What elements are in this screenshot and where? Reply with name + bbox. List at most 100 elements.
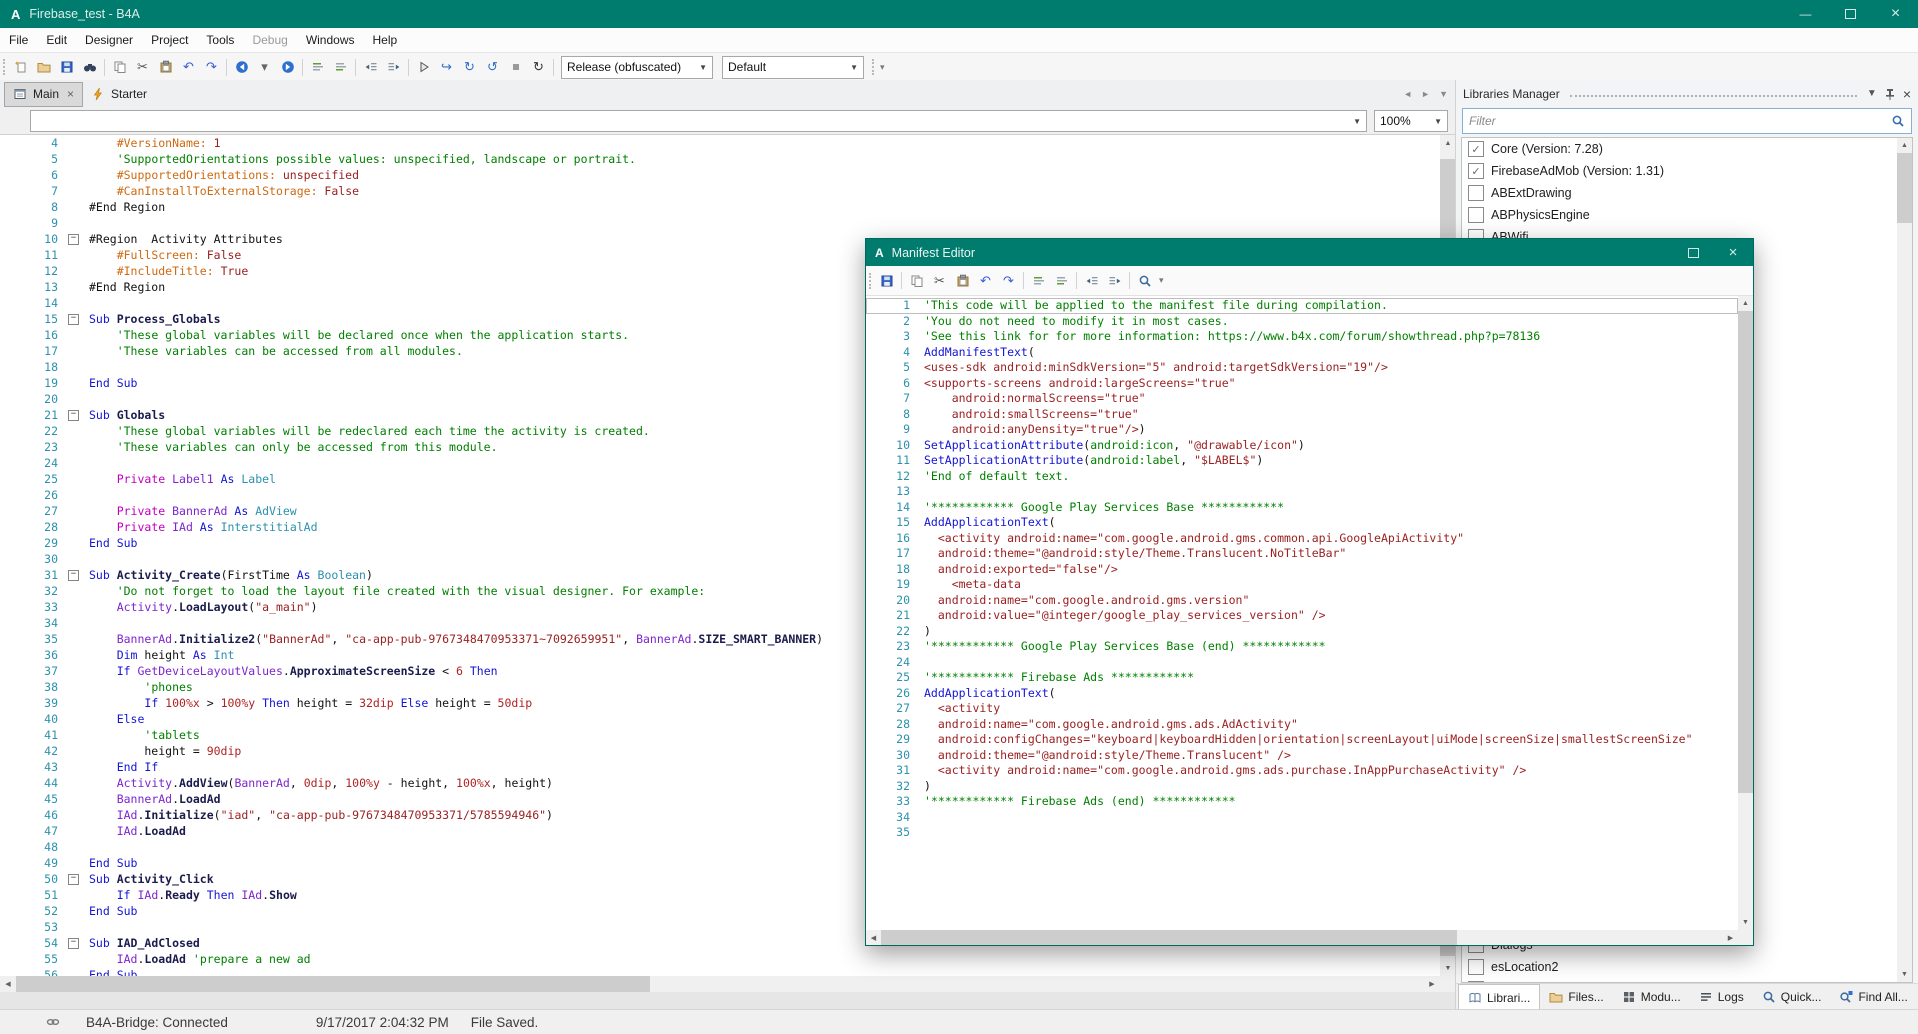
fold-marker[interactable]: − (68, 234, 79, 245)
close-tab-icon[interactable]: × (67, 87, 74, 101)
menu-item-file[interactable]: File (0, 28, 37, 52)
stop-button[interactable] (504, 55, 527, 79)
library-checkbox[interactable] (1468, 207, 1484, 223)
library-item[interactable] (1462, 978, 1896, 983)
manifest-paste-button[interactable] (951, 269, 974, 293)
library-checkbox[interactable]: ✓ (1468, 141, 1484, 157)
tab-list-chevron-icon[interactable]: ▼ (1439, 89, 1448, 99)
editor-zoom-select[interactable]: 100% ▼ (1374, 110, 1448, 132)
close-button[interactable]: × (1873, 0, 1918, 28)
scroll-up-arrow-icon[interactable]: ▲ (1897, 138, 1912, 153)
manifest-code-editor[interactable]: 1 'This code will be applied to the mani… (866, 296, 1753, 945)
library-item[interactable]: ✓ Core (Version: 7.28) (1462, 138, 1896, 160)
save-button[interactable] (55, 55, 78, 79)
open-button[interactable] (32, 55, 55, 79)
step-over-button[interactable]: ↻ (458, 55, 481, 79)
comment-button[interactable] (306, 55, 329, 79)
panel-tab-findall[interactable]: Find All... (1830, 985, 1916, 1010)
minimize-button[interactable]: — (1783, 0, 1828, 28)
manifest-close-button[interactable]: × (1713, 244, 1753, 261)
navigate-forward-button[interactable] (276, 55, 299, 79)
panel-close-button[interactable]: × (1903, 86, 1911, 102)
library-checkbox[interactable] (1468, 959, 1484, 975)
menu-item-help[interactable]: Help (364, 28, 407, 52)
navigate-back-button[interactable] (230, 55, 253, 79)
uncomment-button[interactable] (329, 55, 352, 79)
tab-scroll-left-icon[interactable]: ◄ (1403, 89, 1412, 99)
menu-item-designer[interactable]: Designer (76, 28, 142, 52)
build-profile-select[interactable]: Default ▼ (722, 56, 864, 79)
library-item[interactable]: esLocation2 (1462, 956, 1896, 978)
library-checkbox[interactable]: ✓ (1468, 163, 1484, 179)
fold-marker[interactable]: − (68, 874, 79, 885)
panel-tab-logs[interactable]: Logs (1690, 985, 1753, 1010)
step-into-button[interactable]: ↪ (435, 55, 458, 79)
library-item[interactable]: ✓ FirebaseAdMob (Version: 1.31) (1462, 160, 1896, 182)
paste-button[interactable] (154, 55, 177, 79)
panel-menu-chevron-icon[interactable]: ▼ (1867, 88, 1877, 99)
manifest-maximize-button[interactable] (1673, 248, 1713, 258)
library-item[interactable]: ABExtDrawing (1462, 182, 1896, 204)
menu-item-edit[interactable]: Edit (37, 28, 76, 52)
undo-button[interactable]: ↶ (177, 55, 200, 79)
copy-button[interactable] (108, 55, 131, 79)
manifest-uncomment-button[interactable] (1050, 269, 1073, 293)
panel-tab-files[interactable]: Files... (1540, 985, 1612, 1010)
manifest-comment-button[interactable] (1027, 269, 1050, 293)
scroll-right-arrow-icon[interactable]: ▶ (1424, 976, 1440, 992)
scroll-up-arrow-icon[interactable]: ▲ (1738, 296, 1753, 311)
fold-marker[interactable]: − (68, 314, 79, 325)
maximize-button[interactable] (1828, 0, 1873, 28)
menu-item-tools[interactable]: Tools (197, 28, 243, 52)
tab-starter[interactable]: Starter (83, 83, 155, 106)
manifest-undo-button[interactable]: ↶ (974, 269, 997, 293)
library-checkbox[interactable] (1468, 981, 1484, 983)
outdent-button[interactable] (359, 55, 382, 79)
build-configuration-select[interactable]: Release (obfuscated) ▼ (561, 56, 713, 79)
panel-tab-quick[interactable]: Quick... (1753, 985, 1831, 1010)
menu-item-windows[interactable]: Windows (297, 28, 364, 52)
scroll-left-arrow-icon[interactable]: ◀ (866, 930, 881, 945)
scrollbar-thumb[interactable] (1738, 311, 1753, 793)
back-dropdown-button[interactable]: ▾ (253, 55, 276, 79)
scroll-up-arrow-icon[interactable]: ▲ (1440, 135, 1456, 151)
toolbar-overflow-button[interactable]: ▾ (880, 62, 885, 73)
tab-main[interactable]: Main × (4, 82, 83, 107)
manifest-indent-button[interactable] (1103, 269, 1126, 293)
tab-scroll-right-icon[interactable]: ► (1421, 89, 1430, 99)
member-dropdown[interactable]: ▼ (30, 110, 1367, 132)
panel-tab-librari[interactable]: Librari... (1458, 984, 1540, 1010)
menu-item-debug[interactable]: Debug (243, 28, 296, 52)
pin-icon[interactable] (1883, 87, 1897, 101)
manifest-save-button[interactable] (875, 269, 898, 293)
manifest-redo-button[interactable]: ↷ (997, 269, 1020, 293)
scrollbar-thumb[interactable] (1897, 153, 1912, 223)
scroll-left-arrow-icon[interactable]: ◀ (0, 976, 16, 992)
run-button[interactable] (412, 55, 435, 79)
main-editor-horizontal-scrollbar[interactable]: ◀ ▶ (0, 976, 1440, 992)
scroll-right-arrow-icon[interactable]: ▶ (1723, 930, 1738, 945)
menu-item-project[interactable]: Project (142, 28, 197, 52)
scrollbar-thumb[interactable] (881, 930, 1457, 945)
scroll-down-arrow-icon[interactable]: ▼ (1897, 967, 1912, 982)
toolbar-overflow-button[interactable]: ▾ (1159, 275, 1164, 286)
rebuild-button[interactable]: ↻ (527, 55, 550, 79)
manifest-copy-button[interactable] (905, 269, 928, 293)
library-item[interactable]: ABPhysicsEngine (1462, 204, 1896, 226)
cut-button[interactable]: ✂ (131, 55, 154, 79)
new-button[interactable] (9, 55, 32, 79)
step-out-button[interactable]: ↺ (481, 55, 504, 79)
libraries-scrollbar[interactable]: ▲ ▼ (1897, 138, 1912, 982)
fold-marker[interactable]: − (68, 938, 79, 949)
indent-button[interactable] (382, 55, 405, 79)
fold-marker[interactable]: − (68, 570, 79, 581)
library-checkbox[interactable] (1468, 185, 1484, 201)
scrollbar-thumb[interactable] (16, 976, 650, 992)
panel-tab-modu[interactable]: Modu... (1613, 985, 1690, 1010)
library-filter-input[interactable]: Filter (1462, 108, 1912, 134)
manifest-outdent-button[interactable] (1080, 269, 1103, 293)
find-in-files-button[interactable] (78, 55, 101, 79)
manifest-cut-button[interactable]: ✂ (928, 269, 951, 293)
manifest-search-button[interactable] (1133, 269, 1156, 293)
scroll-down-arrow-icon[interactable]: ▼ (1738, 915, 1753, 930)
